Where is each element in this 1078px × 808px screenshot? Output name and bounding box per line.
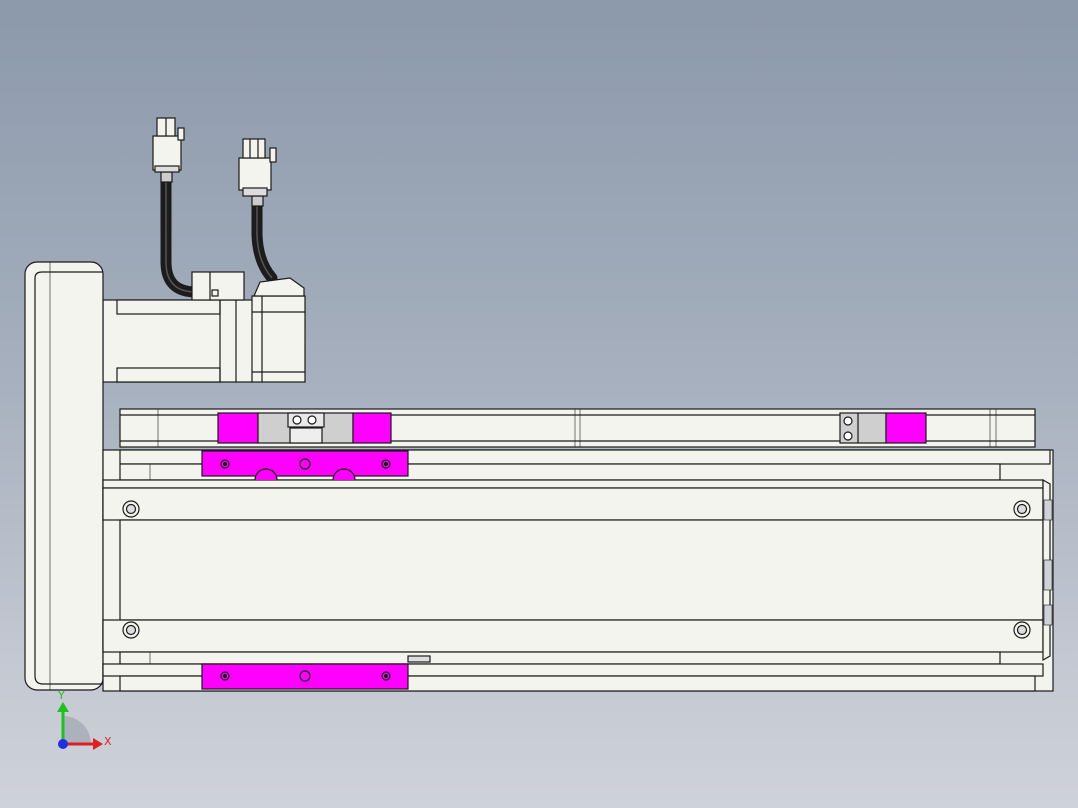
end-cap[interactable] <box>24 261 104 691</box>
y-arrow-icon <box>57 702 69 712</box>
motor-cable-right <box>251 194 278 284</box>
mounting-plate-bottom[interactable] <box>201 663 409 690</box>
base-screw-bottom-left <box>122 621 140 639</box>
motor-cable-left <box>160 171 202 298</box>
triad-y-label: Y <box>57 689 65 702</box>
base-screw-top-left <box>122 500 140 518</box>
actuator-base[interactable] <box>102 449 1054 692</box>
mounting-plate-top[interactable] <box>201 450 409 481</box>
base-screw-top-right <box>1013 500 1031 518</box>
connector-plug-right <box>238 138 277 197</box>
connector-plug-left <box>152 117 185 173</box>
triad-origin <box>58 739 68 749</box>
coordinate-triad: Y X <box>57 689 112 750</box>
carriage-slider-left[interactable] <box>217 412 392 444</box>
base-screw-bottom-right <box>1013 621 1031 639</box>
triad-x-label: X <box>104 735 112 748</box>
carriage-slider-right[interactable] <box>839 412 927 444</box>
motor-encoder-cap[interactable] <box>251 277 306 383</box>
cad-viewport[interactable]: Y X <box>0 0 1078 808</box>
linear-actuator-model[interactable]: Y X <box>0 0 1078 808</box>
x-arrow-icon <box>93 738 103 750</box>
